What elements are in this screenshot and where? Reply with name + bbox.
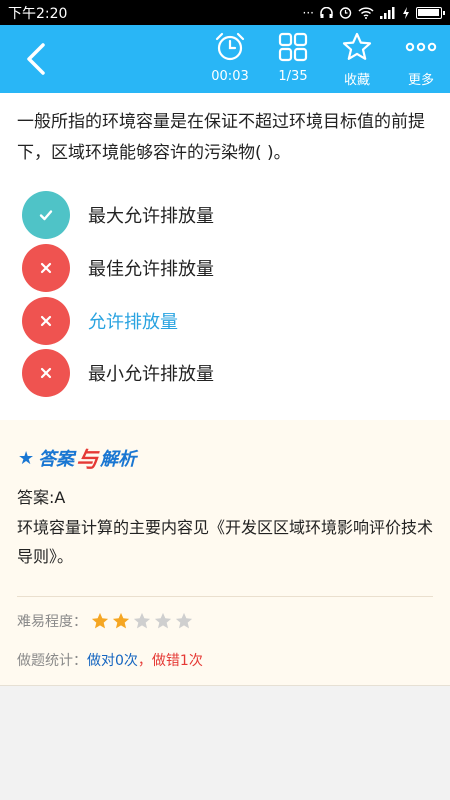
option-c[interactable]: 允许排放量: [22, 297, 422, 345]
option-d-text: 最小允许排放量: [88, 364, 214, 385]
headphones-icon: [320, 6, 333, 18]
option-a-text: 最大允许排放量: [88, 206, 214, 227]
charging-icon: [403, 6, 409, 19]
stats-row: 做题统计： 做对0次 ， 做错1次: [17, 650, 203, 670]
option-c-text: 允许排放量: [88, 312, 178, 333]
option-a-mark: [22, 191, 70, 239]
alarm-clock-icon: [215, 32, 245, 61]
battery-icon: [416, 6, 445, 19]
option-a[interactable]: 最大允许排放量: [22, 191, 422, 239]
top-bar: 00:03 1/35 收藏 更多: [0, 25, 450, 93]
cross-icon: [40, 367, 52, 379]
option-c-mark: [22, 297, 70, 345]
star-filled-icon: [91, 612, 109, 629]
status-bar: 下午2:20 ···: [0, 0, 450, 25]
analysis-title-part1: 答案: [38, 449, 75, 470]
option-b[interactable]: 最佳允许排放量: [22, 244, 422, 292]
progress-label: 1/35: [278, 69, 308, 84]
difficulty-stars: [91, 612, 193, 630]
chevron-left-icon: [27, 43, 45, 75]
question-panel: 一般所指的环境容量是在保证不超过环境目标值的前提下，区域环境能够容许的污染物( …: [0, 93, 450, 420]
star-empty-icon: [175, 612, 193, 629]
option-b-mark: [22, 244, 70, 292]
analysis-title: ★ 答案 与 解析: [18, 442, 136, 474]
option-d[interactable]: 最小允许排放量: [22, 349, 422, 397]
divider: [17, 596, 433, 597]
star-outline-icon: [342, 32, 372, 60]
stats-separator: ，: [137, 653, 152, 669]
question-text: 一般所指的环境容量是在保证不超过环境目标值的前提下，区域环境能够容许的污染物( …: [17, 112, 425, 163]
wifi-icon: [358, 6, 374, 19]
star-filled-icon: [112, 612, 130, 629]
progress-button[interactable]: 1/35: [263, 31, 323, 89]
star-empty-icon: [154, 612, 172, 629]
star-icon: ★: [18, 447, 35, 469]
analysis-title-part3: 解析: [100, 449, 137, 470]
timer-button[interactable]: 00:03: [200, 31, 260, 89]
analysis-title-part2: 与: [76, 448, 99, 473]
star-empty-icon: [133, 612, 151, 629]
back-button[interactable]: [16, 39, 56, 79]
signal-icon: [380, 6, 395, 19]
status-icons: ···: [302, 5, 445, 20]
status-time: 下午2:20: [8, 5, 68, 22]
alarm-icon: [339, 7, 352, 19]
explanation-text: 环境容量计算的主要内容见《开发区区域环境影响评价技术导则》。: [17, 518, 434, 566]
cross-icon: [40, 315, 52, 327]
more-button[interactable]: 更多: [391, 31, 450, 89]
stats-wrong: 做错1次: [151, 653, 203, 669]
grid-icon: [278, 32, 308, 62]
stats-correct: 做对0次: [87, 653, 138, 669]
answer-text: 答案:A: [17, 488, 66, 507]
difficulty-label: 难易程度：: [17, 614, 87, 630]
favorite-button[interactable]: 收藏: [327, 31, 387, 89]
option-d-mark: [22, 349, 70, 397]
difficulty-row: 难易程度：: [17, 611, 193, 631]
cross-icon: [40, 262, 52, 274]
favorite-label: 收藏: [343, 73, 370, 88]
option-b-text: 最佳允许排放量: [88, 259, 214, 280]
more-dots-icon: [405, 42, 437, 52]
more-dots-icon: ···: [302, 5, 314, 20]
more-label: 更多: [407, 73, 434, 88]
analysis-panel: ★ 答案 与 解析 答案:A 环境容量计算的主要内容见《开发区区域环境影响评价技…: [0, 420, 450, 686]
stats-label: 做题统计：: [17, 653, 87, 669]
timer-label: 00:03: [211, 69, 249, 84]
check-icon: [39, 210, 53, 221]
